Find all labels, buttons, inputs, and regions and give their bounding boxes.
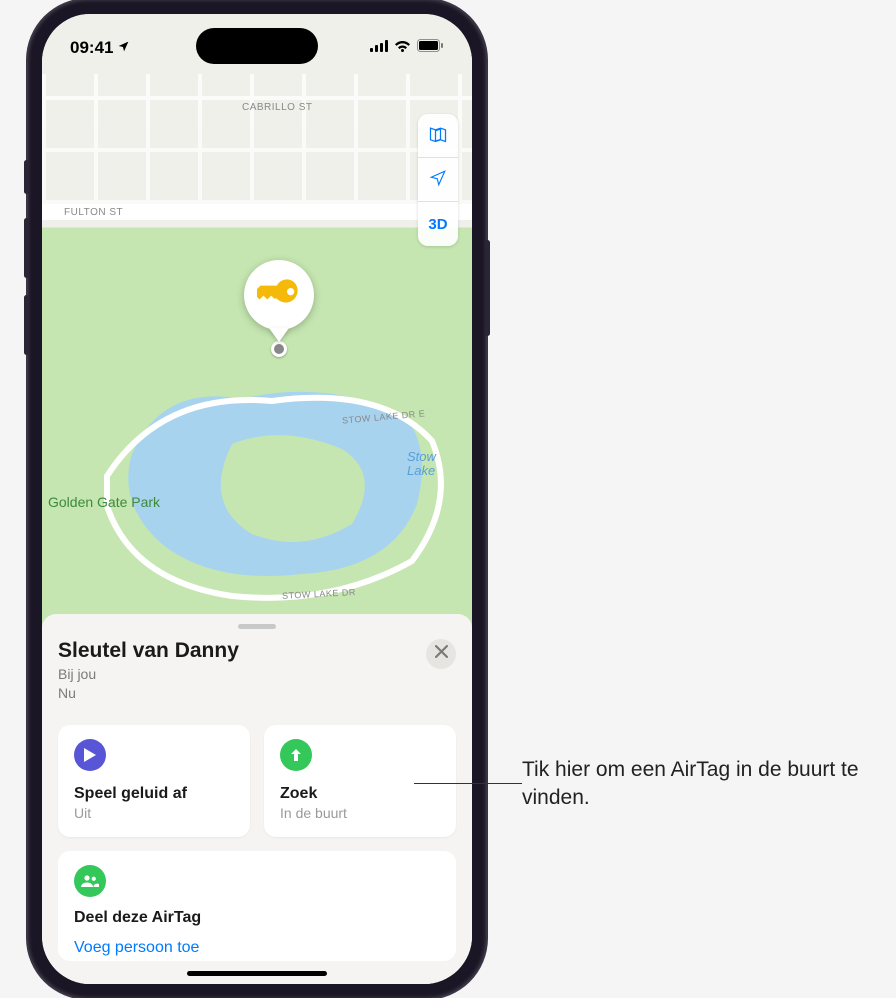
power-button bbox=[485, 240, 490, 336]
map-label-fulton: FULTON ST bbox=[62, 207, 125, 218]
map-label-cabrillo: CABRILLO ST bbox=[242, 102, 313, 113]
play-sound-card[interactable]: Speel geluid af Uit bbox=[58, 725, 250, 837]
map-style-button[interactable] bbox=[418, 114, 458, 158]
item-updated: Nu bbox=[58, 685, 76, 701]
cellular-icon bbox=[370, 39, 388, 57]
find-card[interactable]: Zoek In de buurt bbox=[264, 725, 456, 837]
find-sub: In de buurt bbox=[280, 805, 440, 821]
map-tracking-button[interactable] bbox=[418, 158, 458, 202]
detail-sheet[interactable]: Sleutel van Danny Bij jou Nu bbox=[42, 614, 472, 984]
pin-dot bbox=[271, 341, 287, 357]
wifi-icon bbox=[394, 39, 411, 57]
close-button[interactable] bbox=[426, 639, 456, 669]
share-title: Deel deze AirTag bbox=[74, 909, 440, 927]
screen: 09:41 FULTON ST CABRILLO S bbox=[42, 14, 472, 984]
arrow-up-icon bbox=[280, 739, 312, 771]
phone-frame: 09:41 FULTON ST CABRILLO S bbox=[28, 0, 486, 998]
find-title: Zoek bbox=[280, 785, 440, 803]
map-lake-label: StowLake bbox=[407, 450, 436, 479]
add-person-link[interactable]: Voeg persoon toe bbox=[74, 939, 199, 957]
volume-down-button bbox=[24, 295, 29, 355]
map-controls: 3D bbox=[418, 114, 458, 246]
item-pin[interactable] bbox=[244, 260, 314, 357]
sheet-grabber[interactable] bbox=[238, 624, 276, 629]
callout-text: Tik hier om een AirTag in de buurt te vi… bbox=[522, 756, 872, 813]
map-icon bbox=[428, 124, 448, 148]
item-location: Bij jou bbox=[58, 666, 96, 682]
battery-icon bbox=[417, 39, 444, 57]
key-icon bbox=[257, 271, 301, 320]
map-street-grid bbox=[42, 74, 472, 204]
dynamic-island bbox=[196, 28, 318, 64]
people-icon bbox=[74, 865, 106, 897]
mute-switch bbox=[24, 160, 29, 194]
map-3d-label: 3D bbox=[428, 216, 447, 233]
play-sound-sub: Uit bbox=[74, 805, 234, 821]
volume-up-button bbox=[24, 218, 29, 278]
close-icon bbox=[435, 645, 448, 663]
play-icon bbox=[74, 739, 106, 771]
map-3d-button[interactable]: 3D bbox=[418, 202, 458, 246]
location-arrow-icon bbox=[117, 38, 130, 58]
item-title: Sleutel van Danny bbox=[58, 639, 239, 663]
status-time: 09:41 bbox=[70, 38, 113, 58]
share-card: Deel deze AirTag Voeg persoon toe bbox=[58, 851, 456, 961]
home-indicator[interactable] bbox=[187, 971, 327, 976]
play-sound-title: Speel geluid af bbox=[74, 785, 234, 803]
map-park-label: Golden Gate Park bbox=[48, 494, 160, 510]
location-arrow-icon bbox=[429, 169, 447, 191]
callout-leader bbox=[414, 783, 522, 784]
